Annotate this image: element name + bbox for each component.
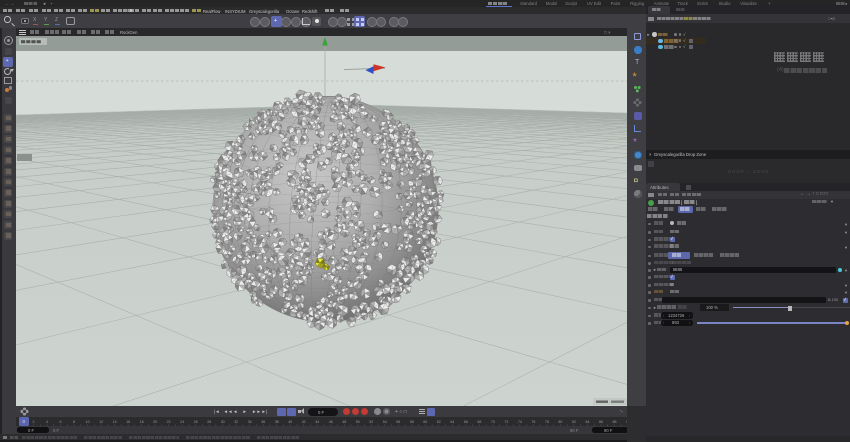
svg-text:4: 4 bbox=[46, 420, 48, 424]
svg-text:68: 68 bbox=[477, 420, 481, 424]
svg-text:26: 26 bbox=[194, 420, 198, 424]
svg-text:86: 86 bbox=[599, 420, 603, 424]
svg-text:28: 28 bbox=[207, 420, 211, 424]
svg-text:42: 42 bbox=[302, 420, 306, 424]
svg-text:82: 82 bbox=[572, 420, 576, 424]
svg-text:70: 70 bbox=[491, 420, 495, 424]
svg-text:74: 74 bbox=[518, 420, 522, 424]
svg-text:58: 58 bbox=[410, 420, 414, 424]
svg-text:76: 76 bbox=[531, 420, 535, 424]
svg-text:46: 46 bbox=[329, 420, 333, 424]
svg-text:72: 72 bbox=[504, 420, 508, 424]
svg-text:66: 66 bbox=[464, 420, 468, 424]
svg-text:80: 80 bbox=[558, 420, 562, 424]
svg-text:34: 34 bbox=[248, 420, 252, 424]
svg-text:8: 8 bbox=[73, 420, 75, 424]
svg-text:36: 36 bbox=[261, 420, 265, 424]
svg-text:2: 2 bbox=[33, 420, 35, 424]
svg-text:40: 40 bbox=[288, 420, 292, 424]
svg-text:10: 10 bbox=[86, 420, 90, 424]
svg-text:54: 54 bbox=[383, 420, 387, 424]
svg-text:24: 24 bbox=[180, 420, 184, 424]
svg-text:52: 52 bbox=[369, 420, 373, 424]
svg-text:32: 32 bbox=[234, 420, 238, 424]
svg-text:12: 12 bbox=[99, 420, 103, 424]
svg-text:78: 78 bbox=[545, 420, 549, 424]
svg-text:6: 6 bbox=[60, 420, 62, 424]
svg-text:16: 16 bbox=[126, 420, 130, 424]
svg-text:38: 38 bbox=[275, 420, 279, 424]
svg-text:84: 84 bbox=[586, 420, 590, 424]
svg-text:20: 20 bbox=[153, 420, 157, 424]
svg-text:48: 48 bbox=[342, 420, 346, 424]
svg-text:14: 14 bbox=[113, 420, 117, 424]
svg-text:30: 30 bbox=[221, 420, 225, 424]
svg-text:60: 60 bbox=[423, 420, 427, 424]
svg-text:50: 50 bbox=[356, 420, 360, 424]
svg-text:62: 62 bbox=[437, 420, 441, 424]
svg-text:56: 56 bbox=[396, 420, 400, 424]
svg-text:64: 64 bbox=[450, 420, 454, 424]
svg-text:88: 88 bbox=[613, 420, 617, 424]
svg-text:44: 44 bbox=[315, 420, 319, 424]
svg-text:18: 18 bbox=[140, 420, 144, 424]
svg-text:22: 22 bbox=[167, 420, 171, 424]
